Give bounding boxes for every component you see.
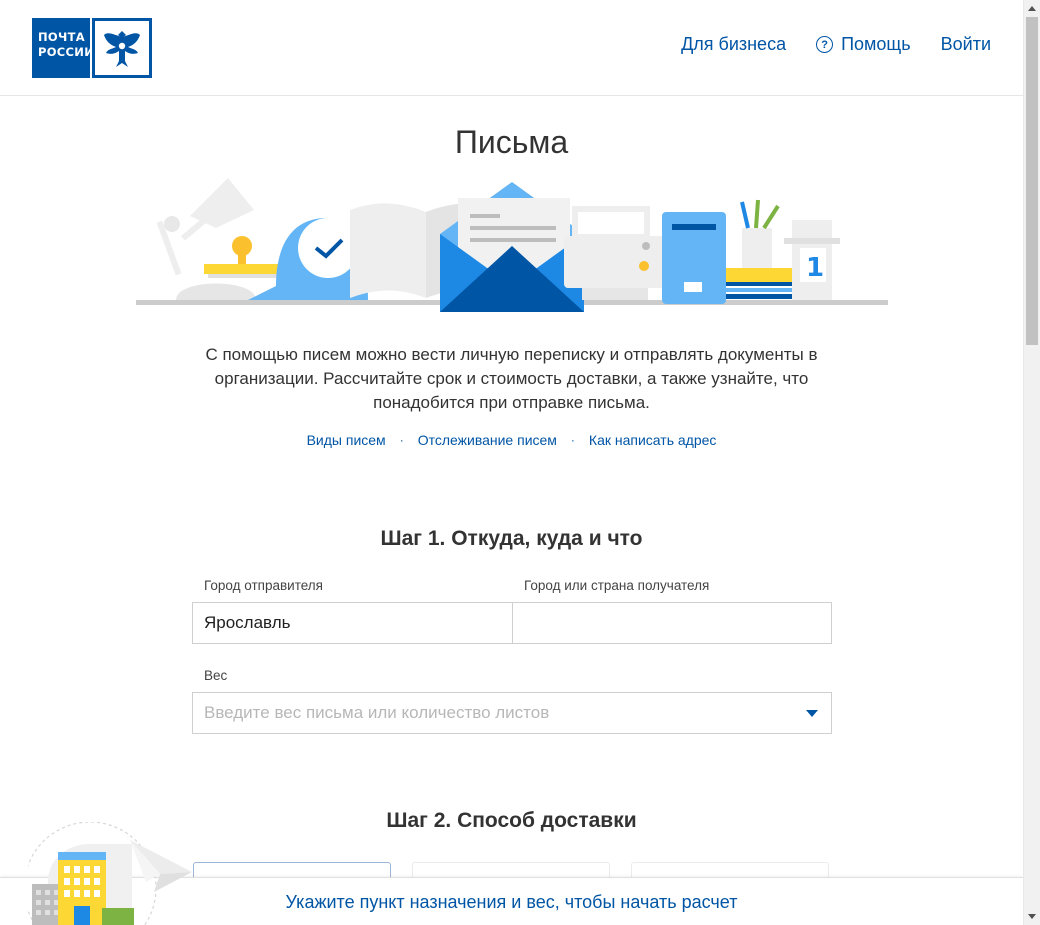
letter-tracking-link[interactable]: Отслеживание писем	[418, 432, 557, 448]
page-title: Письма	[454, 124, 569, 160]
info-links: Виды писем · Отслеживание писем · Как на…	[0, 432, 1023, 448]
scrollbar-thumb[interactable]	[1026, 17, 1038, 345]
page-description: С помощью писем можно вести личную переп…	[205, 345, 818, 412]
envelope-illustration	[440, 182, 584, 312]
books-pencils-illustration	[726, 199, 798, 299]
svg-text:1: 1	[806, 253, 824, 283]
recipient-city-input[interactable]	[512, 602, 832, 644]
city-paper-plane-illustration	[28, 822, 192, 925]
question-circle-icon: ?	[816, 36, 834, 53]
chevron-down-icon[interactable]	[806, 710, 818, 717]
stamp-illustration	[204, 236, 284, 278]
header-nav: Для бизнеса ? Помощь Войти	[681, 34, 991, 55]
weight-label: Вес	[204, 668, 228, 683]
printer-illustration	[564, 206, 664, 300]
sender-city-label: Город отправителя	[204, 578, 323, 593]
recipient-city-label: Город или страна получателя	[524, 578, 710, 593]
sender-city-input[interactable]	[192, 602, 513, 644]
russian-post-logo[interactable]: ПОЧТА РОССИИ	[32, 18, 152, 78]
calendar-illustration: 1	[784, 220, 840, 300]
link-separator: ·	[570, 433, 575, 447]
page-scrollbar[interactable]	[1023, 0, 1040, 925]
nav-login-link[interactable]: Войти	[941, 34, 991, 55]
eagle-emblem-icon	[90, 18, 152, 78]
letters-hero-illustration: 1	[136, 178, 888, 312]
logo-line-1: ПОЧТА	[38, 30, 85, 44]
logo-wordmark: ПОЧТА РОССИИ	[32, 18, 95, 78]
scroll-up-arrow-icon[interactable]	[1028, 6, 1036, 11]
page: ПОЧТА РОССИИ Для бизнеса ? Помощь Войти	[0, 0, 1023, 925]
mailbox-illustration	[662, 212, 726, 304]
nav-help-label: Помощь	[841, 34, 911, 54]
site-header: ПОЧТА РОССИИ Для бизнеса ? Помощь Войти	[0, 0, 1023, 96]
nav-business-link[interactable]: Для бизнеса	[681, 34, 786, 55]
weight-select[interactable]	[192, 692, 832, 734]
logo-line-2: РОССИИ	[38, 45, 95, 59]
step-1-title: Шаг 1. Откуда, куда и что	[380, 527, 643, 550]
address-howto-link[interactable]: Как написать адрес	[589, 432, 716, 448]
link-separator: ·	[399, 433, 404, 447]
nav-help-link[interactable]: ? Помощь	[816, 34, 911, 55]
scroll-down-arrow-icon[interactable]	[1028, 914, 1036, 919]
letter-types-link[interactable]: Виды писем	[307, 432, 386, 448]
